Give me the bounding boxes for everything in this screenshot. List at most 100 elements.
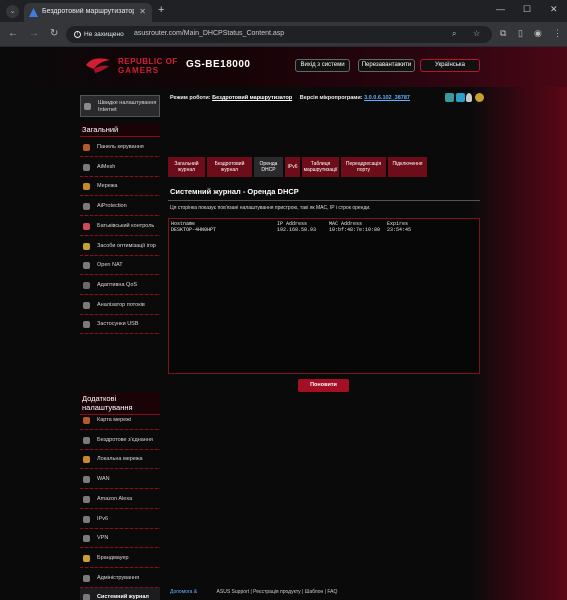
asus-favicon-icon bbox=[29, 8, 38, 17]
admin-icon bbox=[83, 574, 90, 582]
vpn-icon bbox=[83, 535, 90, 543]
close-window-button[interactable]: ✕ bbox=[550, 4, 558, 15]
settings-gear-icon[interactable] bbox=[475, 93, 484, 102]
usb-icon bbox=[83, 321, 90, 329]
sidebar-item-globe[interactable]: WAN bbox=[80, 470, 160, 490]
quick-setup-button[interactable]: Швидке налаштування Internet bbox=[80, 95, 160, 117]
tab-4[interactable]: Таблиця маршрутизації bbox=[302, 157, 340, 177]
sidebar-item-qos[interactable]: Адаптивна QoS bbox=[80, 276, 160, 295]
sidebar-item-lan[interactable]: Локальна мережа bbox=[80, 450, 160, 470]
logout-button[interactable]: Вихід з системи bbox=[295, 59, 350, 72]
close-tab-icon[interactable]: ✕ bbox=[139, 7, 146, 16]
browser-tab[interactable]: Бездротовий маршрутизатор A ✕ bbox=[24, 3, 152, 22]
sidebar-item-mesh[interactable]: AiMesh bbox=[80, 158, 160, 177]
sidebar-item-alexa[interactable]: Amazon Alexa bbox=[80, 490, 160, 509]
shield-icon bbox=[83, 203, 90, 211]
dhcp-content-panel: Системний журнал - Оренда DHCP Ця сторін… bbox=[168, 180, 482, 590]
sidebar-item-label: Засоби оптимізації ігор bbox=[97, 242, 156, 249]
log-cell: 10:bf:48:7e:10:80 bbox=[329, 227, 381, 233]
sidebar-item-log[interactable]: Системний журнал bbox=[80, 588, 160, 600]
tab-3[interactable]: IPv6 bbox=[285, 157, 301, 177]
sidebar-item-label: Open NAT bbox=[97, 262, 123, 269]
tab-title: Бездротовий маршрутизатор A bbox=[42, 8, 134, 15]
tab-5[interactable]: Переадресація порту bbox=[341, 157, 387, 177]
back-button[interactable]: ← bbox=[8, 28, 18, 39]
sidebar-item-analyzer[interactable]: Аналізатор потоків bbox=[80, 296, 160, 315]
tab-search-button[interactable]: ⌄ bbox=[6, 5, 19, 18]
sidebar-item-label: Мережа bbox=[97, 183, 118, 190]
sidebar-item-shield[interactable]: AiProtection bbox=[80, 197, 160, 217]
log-cell: 23:54:45 bbox=[387, 227, 412, 233]
new-tab-button[interactable]: + bbox=[158, 4, 164, 16]
menu-kebab-icon[interactable]: ⋮ bbox=[553, 28, 562, 39]
reboot-button[interactable]: Перезавантажити bbox=[358, 59, 415, 72]
sidebar-item-network[interactable]: Мережа bbox=[80, 177, 160, 197]
sidebar-item-ipv6[interactable]: IPv6 bbox=[80, 510, 160, 529]
sidebar-item-dashboard[interactable]: Панель керування bbox=[80, 138, 160, 157]
network-icon bbox=[83, 183, 90, 191]
sidebar-item-label: WAN bbox=[97, 476, 110, 483]
zoom-icon[interactable]: ⌕ bbox=[452, 29, 456, 39]
sidebar-item-game[interactable]: Засоби оптимізації ігор bbox=[80, 237, 160, 256]
tab-1[interactable]: Бездротовий журнал bbox=[207, 157, 253, 177]
sidebar-item-nat[interactable]: Open NAT bbox=[80, 256, 160, 276]
sidebar-item-parental[interactable]: Батьківський контроль bbox=[80, 217, 160, 236]
sidebar-item-vpn[interactable]: VPN bbox=[80, 529, 160, 549]
sidebar-item-admin[interactable]: Адміністрування bbox=[80, 569, 160, 588]
footer-links[interactable]: ASUS Support | Реєстрація продукту | Шаб… bbox=[217, 589, 338, 595]
sidebar-item-label: Брандмауер bbox=[97, 554, 129, 561]
language-select[interactable]: Українська bbox=[420, 59, 480, 72]
sidebar-item-label: Батьківський контроль bbox=[97, 222, 155, 229]
sidebar-item-usb[interactable]: Застосунки USB bbox=[80, 315, 160, 335]
address-bar[interactable]: ! Не захищено asusrouter.com/Main_DHCPSta… bbox=[66, 26, 492, 43]
maximize-button[interactable]: ☐ bbox=[523, 4, 531, 15]
game-icon bbox=[83, 242, 90, 250]
profile-avatar-icon[interactable]: ◉ bbox=[534, 28, 542, 39]
nat-icon bbox=[83, 262, 90, 270]
security-label: Не захищено bbox=[84, 31, 124, 38]
status-line: Режим роботи: Бездротовий маршрутизатор … bbox=[170, 95, 410, 101]
ipv6-icon bbox=[83, 515, 90, 523]
refresh-button[interactable]: Поновити bbox=[298, 379, 349, 392]
forward-button[interactable]: → bbox=[29, 28, 39, 39]
notification-bell-icon[interactable] bbox=[466, 93, 472, 102]
firewall-icon bbox=[83, 554, 90, 562]
sidebar-item-label: Карта мережі bbox=[97, 417, 132, 423]
sidebar-item-label: AiMesh bbox=[97, 163, 116, 170]
sidebar-icon[interactable]: ▯ bbox=[518, 28, 523, 39]
help-support-link[interactable]: Допомога & bbox=[170, 589, 197, 595]
bookmark-star-icon[interactable]: ☆ bbox=[473, 29, 480, 38]
sidebar-item-label: AiProtection bbox=[97, 203, 127, 210]
sidebar-item-label: Панель керування bbox=[97, 144, 144, 150]
sidebar-item-label: Застосунки USB bbox=[97, 321, 139, 328]
model-name: GS-BE18000 bbox=[186, 59, 251, 70]
sidebar-item-firewall[interactable]: Брандмауер bbox=[80, 549, 160, 568]
section-general-title: Загальний bbox=[80, 123, 160, 137]
sidebar-item-label: Amazon Alexa bbox=[97, 495, 133, 502]
tab-6[interactable]: Підключення bbox=[388, 157, 428, 177]
minimize-button[interactable]: — bbox=[496, 4, 505, 14]
title-divider bbox=[168, 200, 480, 201]
sidebar-item-map[interactable]: Карта мережі bbox=[80, 411, 160, 430]
sidebar-item-wifi[interactable]: Бездротове з'єднання bbox=[80, 431, 160, 450]
sidebar-item-label: Адаптивна QoS bbox=[97, 281, 138, 288]
analyzer-icon bbox=[83, 301, 90, 309]
firmware-label: Версія мікропрограми: bbox=[299, 95, 363, 101]
mode-value-link[interactable]: Бездротовий маршрутизатор bbox=[212, 95, 292, 101]
dhcp-lease-log[interactable]: Hostname IP Address MAC Address Expires DESK… bbox=[168, 218, 480, 374]
security-chip[interactable]: ! Не захищено bbox=[72, 29, 129, 40]
quick-setup-label: Швидке налаштування Internet bbox=[98, 100, 157, 113]
internet-status-icon[interactable] bbox=[445, 93, 454, 102]
lan-icon bbox=[83, 456, 90, 464]
router-page: REPUBLIC OF GAMERS GS-BE18000 Вихід з си… bbox=[0, 47, 567, 600]
firmware-version-link[interactable]: 3.0.0.6.102_38787 bbox=[364, 95, 410, 101]
wifi-status-icon[interactable] bbox=[456, 93, 465, 102]
tab-2[interactable]: Оренда DHCP bbox=[254, 157, 284, 177]
extensions-icon[interactable]: ⧉ bbox=[500, 28, 506, 39]
reload-button[interactable]: ↻ bbox=[50, 28, 58, 39]
tab-0[interactable]: Загальний журнал bbox=[168, 157, 206, 177]
page-title: Системний журнал - Оренда DHCP bbox=[170, 187, 299, 196]
url-text: asusrouter.com/Main_DHCPStatus_Content.a… bbox=[134, 30, 285, 37]
brand-republic-of: REPUBLIC OF bbox=[118, 57, 178, 66]
sidebar-item-label: VPN bbox=[97, 535, 109, 542]
